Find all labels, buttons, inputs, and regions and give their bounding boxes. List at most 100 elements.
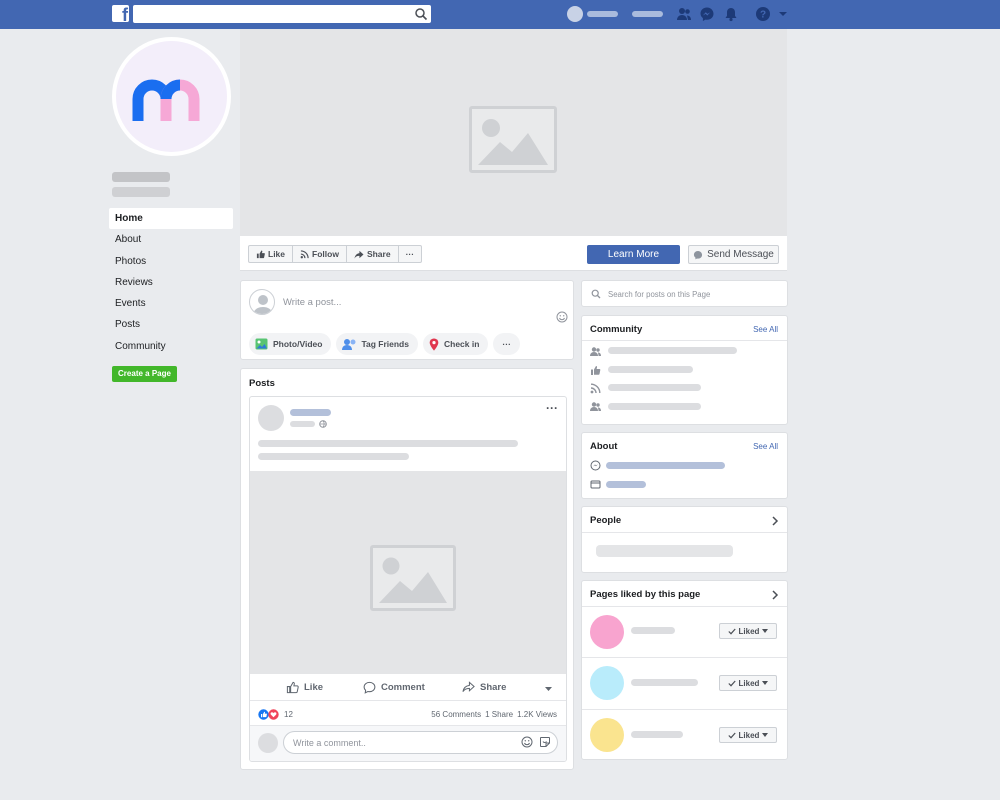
community-invite-text[interactable]: [608, 347, 737, 354]
globe-icon: [319, 420, 327, 428]
post-author-name[interactable]: [290, 409, 331, 416]
account-dropdown-icon[interactable]: [777, 6, 789, 22]
chevron-right-icon[interactable]: [771, 590, 779, 600]
people-icon: [590, 402, 601, 411]
nav-item-reviews[interactable]: Reviews: [109, 272, 233, 293]
post-card: ··· Like Comment Share 12 56 Comments 1 …: [249, 396, 567, 762]
like-page-button[interactable]: Like: [249, 246, 294, 262]
liked-page-button[interactable]: Liked: [719, 727, 777, 743]
rss-icon: [590, 383, 601, 394]
photo-video-button[interactable]: Photo/Video: [249, 333, 332, 355]
messenger-icon[interactable]: [699, 6, 715, 22]
image-placeholder-icon: [469, 106, 557, 173]
nav-item-posts[interactable]: Posts: [109, 314, 233, 335]
tag-friends-icon: [342, 339, 356, 350]
people-icon: [590, 347, 601, 356]
post-author-avatar[interactable]: [258, 405, 284, 431]
post-stats: 56 Comments 1 Share 1.2K Views: [431, 710, 557, 719]
search-input[interactable]: [133, 5, 431, 23]
profile-name-link[interactable]: [587, 11, 618, 17]
nav-item-community[interactable]: Community: [109, 336, 233, 357]
divider: [582, 709, 787, 710]
liked-page-button[interactable]: Liked: [719, 623, 777, 639]
svg-text:?: ?: [760, 10, 766, 21]
follows-count-text: [608, 384, 701, 391]
share-page-button[interactable]: Share: [347, 246, 399, 262]
sticker-icon[interactable]: [539, 736, 551, 748]
pages-liked-title[interactable]: Pages liked by this page: [590, 589, 700, 600]
chevron-right-icon[interactable]: [771, 516, 779, 526]
nav-item-home[interactable]: Home: [109, 208, 233, 230]
friends-like-text[interactable]: [608, 403, 701, 410]
rss-icon: [300, 249, 309, 258]
about-category-link[interactable]: [606, 481, 646, 488]
divider: [582, 606, 787, 607]
about-title: About: [590, 441, 618, 452]
follow-page-button[interactable]: Follow: [293, 246, 347, 262]
liked-page-avatar[interactable]: [590, 666, 624, 700]
liked-page-name[interactable]: [631, 679, 698, 686]
post-like-label: Like: [304, 682, 324, 693]
post-comment-button[interactable]: Comment: [363, 681, 425, 694]
liked-page-avatar[interactable]: [590, 615, 624, 649]
create-page-button[interactable]: Create a Page: [112, 366, 177, 382]
nav-item-events[interactable]: Events: [109, 293, 233, 314]
post-image[interactable]: [250, 471, 566, 674]
tag-friends-button[interactable]: Tag Friends: [336, 333, 418, 355]
page-post-search[interactable]: Search for posts on this Page: [581, 280, 788, 307]
page-profile-picture[interactable]: [112, 37, 231, 156]
comments-count[interactable]: 56 Comments: [431, 710, 481, 719]
liked-page-button[interactable]: Liked: [719, 675, 777, 691]
friends-icon[interactable]: [676, 6, 692, 22]
page-search-placeholder: Search for posts on this Page: [608, 290, 711, 299]
caret-down-icon: [762, 681, 769, 685]
pages-liked-card: Pages liked by this page Liked Liked Lik…: [581, 580, 788, 760]
reactions-summary[interactable]: 12: [258, 709, 293, 720]
post-like-button[interactable]: Like: [286, 681, 323, 694]
composer-actions: Photo/Video Tag Friends Check in ···: [249, 333, 520, 355]
shares-count[interactable]: 1 Share: [485, 710, 513, 719]
check-in-button[interactable]: Check in: [422, 333, 489, 355]
help-icon[interactable]: ?: [755, 6, 771, 22]
page-name: [112, 172, 170, 182]
post-composer: Write a post... Photo/Video Tag Friends …: [240, 280, 574, 360]
about-messenger-link[interactable]: [606, 462, 725, 469]
more-actions-button[interactable]: ···: [399, 246, 422, 262]
post-options-button[interactable]: ···: [546, 401, 558, 415]
nav-item-about[interactable]: About: [109, 229, 233, 250]
caret-down-icon: [762, 629, 769, 633]
notifications-bell-icon[interactable]: [723, 6, 739, 22]
emoji-icon[interactable]: [521, 736, 533, 748]
composer-avatar: [249, 289, 275, 315]
chevron-down-icon[interactable]: [544, 686, 553, 692]
home-link[interactable]: [632, 11, 663, 17]
send-message-button[interactable]: Send Message: [688, 245, 779, 264]
learn-more-button[interactable]: Learn More: [587, 245, 680, 264]
emoji-icon[interactable]: [556, 311, 568, 323]
about-see-all-link[interactable]: See All: [753, 442, 778, 451]
divider: [582, 657, 787, 658]
liked-label: Liked: [738, 730, 760, 740]
search-icon[interactable]: [414, 7, 428, 21]
liked-label: Liked: [738, 678, 760, 688]
post-share-button[interactable]: Share: [462, 681, 506, 693]
image-placeholder-icon: [370, 545, 456, 611]
liked-page-avatar[interactable]: [590, 718, 624, 752]
people-title[interactable]: People: [590, 515, 621, 526]
composer-more-button[interactable]: ···: [493, 333, 520, 355]
divider: [582, 340, 787, 341]
post-timestamp[interactable]: [290, 421, 315, 427]
write-post-input[interactable]: Write a post...: [283, 297, 341, 308]
search-icon: [591, 289, 601, 299]
cover-photo[interactable]: [240, 29, 787, 236]
profile-avatar[interactable]: [567, 6, 583, 22]
comment-input[interactable]: Write a comment..: [283, 731, 558, 754]
like-page-label: Like: [268, 249, 286, 259]
check-in-label: Check in: [443, 339, 480, 349]
liked-page-name[interactable]: [631, 731, 683, 738]
commenter-avatar: [258, 733, 278, 753]
facebook-logo-icon[interactable]: f: [112, 5, 129, 22]
community-see-all-link[interactable]: See All: [753, 325, 778, 334]
nav-item-photos[interactable]: Photos: [109, 251, 233, 272]
liked-page-name[interactable]: [631, 627, 675, 634]
